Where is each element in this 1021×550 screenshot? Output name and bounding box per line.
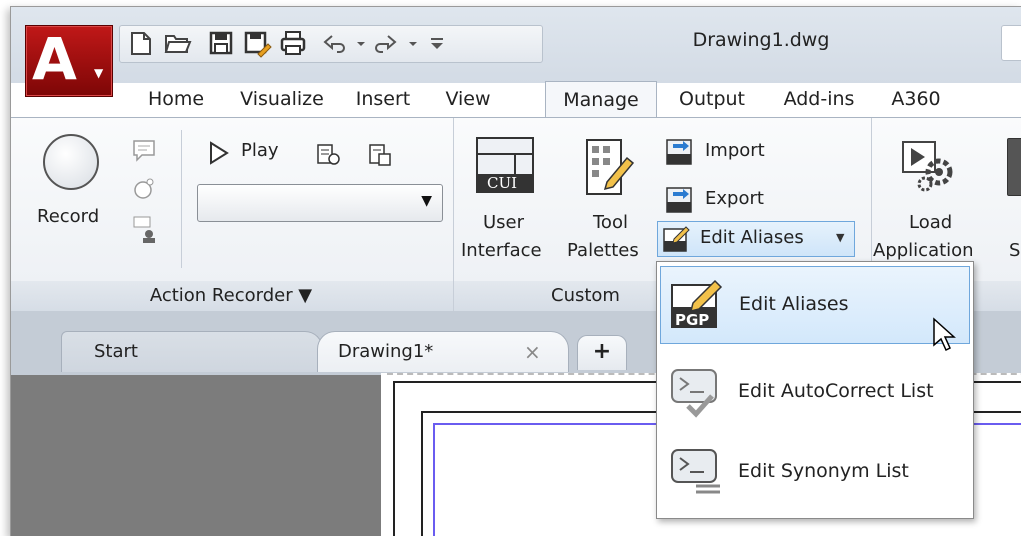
new-tab-button[interactable]: + bbox=[577, 335, 627, 370]
edit-aliases-button[interactable]: Edit Aliases ▼ bbox=[657, 221, 855, 257]
cui-text: CUI bbox=[487, 174, 518, 192]
quick-access-toolbar bbox=[119, 25, 543, 63]
new-icon[interactable] bbox=[126, 28, 156, 58]
search-input[interactable] bbox=[1001, 25, 1021, 61]
request-user-input-icon[interactable] bbox=[131, 176, 157, 202]
user-interface-label-1: User bbox=[483, 212, 525, 233]
load-application-button[interactable] bbox=[897, 136, 961, 196]
plus-icon: + bbox=[592, 339, 612, 364]
file-tab-start[interactable]: Start bbox=[61, 331, 323, 372]
edit-aliases-dropdown-menu: PGP Edit Aliases Edit AutoCorrect List E… bbox=[656, 261, 974, 519]
tab-a360[interactable]: A360 bbox=[881, 81, 951, 117]
panel-separator bbox=[871, 118, 872, 282]
menu-item-edit-synonym-list-label: Edit Synonym List bbox=[738, 460, 909, 482]
play-label: Play bbox=[241, 140, 279, 161]
menu-item-edit-autocorrect-list[interactable]: Edit AutoCorrect List bbox=[660, 354, 968, 430]
load-application-label-2: Application bbox=[873, 240, 974, 261]
user-interface-label-2: Interface bbox=[461, 240, 542, 261]
tab-manage[interactable]: Manage bbox=[545, 81, 657, 120]
action-recorder-panel-title[interactable]: Action Recorder ▼ bbox=[11, 281, 451, 311]
insert-message-icon[interactable] bbox=[131, 138, 157, 164]
file-tab-drawing1[interactable]: Drawing1* × bbox=[317, 331, 569, 372]
tab-insert[interactable]: Insert bbox=[341, 81, 425, 117]
tab-visualize[interactable]: Visualize bbox=[227, 81, 337, 117]
customize-qat-icon[interactable] bbox=[422, 28, 444, 58]
tool-palettes-label-2: Palettes bbox=[567, 240, 639, 261]
autocad-logo-icon: A bbox=[32, 25, 77, 93]
pgp-text: PGP bbox=[675, 311, 710, 329]
tab-view[interactable]: View bbox=[433, 81, 503, 117]
menu-item-edit-aliases[interactable]: PGP Edit Aliases bbox=[660, 266, 970, 352]
action-macro-select[interactable]: ▼ bbox=[197, 184, 443, 222]
autocorrect-list-icon bbox=[671, 369, 717, 418]
tab-output[interactable]: Output bbox=[665, 81, 759, 117]
panel-separator bbox=[181, 130, 182, 268]
application-menu-button[interactable]: A ▼ bbox=[25, 25, 113, 97]
redo-icon[interactable] bbox=[370, 28, 400, 58]
save-icon[interactable] bbox=[206, 28, 236, 58]
open-icon[interactable] bbox=[162, 28, 192, 58]
document-title: Drawing1.dwg bbox=[692, 29, 830, 51]
ribbon-panel-area: Record Play ▼ CUI User Interface Tool Pa… bbox=[11, 117, 1021, 283]
tab-add-ins[interactable]: Add-ins bbox=[771, 81, 867, 117]
plot-icon[interactable] bbox=[278, 28, 308, 58]
tab-home[interactable]: Home bbox=[131, 81, 221, 117]
chevron-down-icon: ▼ bbox=[94, 66, 104, 80]
save-as-icon[interactable] bbox=[242, 28, 272, 58]
file-tab-start-label: Start bbox=[94, 341, 138, 362]
import-label: Import bbox=[705, 140, 765, 161]
load-application-icon bbox=[902, 141, 953, 192]
import-button[interactable]: Import bbox=[665, 138, 805, 168]
export-label: Export bbox=[705, 188, 764, 209]
tool-palettes-button[interactable] bbox=[581, 136, 637, 198]
tool-palettes-label-1: Tool bbox=[593, 212, 628, 233]
redo-dropdown-icon[interactable] bbox=[398, 28, 418, 58]
menu-item-edit-aliases-label: Edit Aliases bbox=[739, 293, 849, 315]
play-button[interactable]: Play bbox=[207, 138, 297, 168]
record-icon bbox=[43, 134, 99, 190]
record-button[interactable] bbox=[41, 132, 101, 192]
pgp-edit-icon bbox=[663, 226, 690, 252]
file-tab-drawing1-label: Drawing1* bbox=[338, 341, 434, 362]
export-button[interactable]: Export bbox=[665, 186, 805, 216]
chevron-down-icon: ▼ bbox=[421, 193, 432, 209]
synonym-list-icon bbox=[671, 449, 720, 494]
partial-label: S bbox=[1009, 240, 1021, 261]
autocad-window: A ▼ Drawing1.dwg Home Visualize Insert V… bbox=[10, 6, 1021, 537]
screenshot-edge bbox=[0, 536, 1021, 550]
play-icon bbox=[210, 141, 229, 165]
record-label: Record bbox=[37, 206, 100, 227]
select-base-point-icon[interactable] bbox=[131, 214, 157, 244]
undo-dropdown-icon[interactable] bbox=[346, 28, 366, 58]
tool-palettes-icon bbox=[586, 139, 635, 195]
menu-item-edit-synonym-list[interactable]: Edit Synonym List bbox=[660, 434, 968, 510]
user-interface-button[interactable]: CUI bbox=[473, 134, 537, 198]
panel-separator bbox=[453, 281, 454, 311]
menu-item-edit-autocorrect-list-label: Edit AutoCorrect List bbox=[738, 380, 934, 402]
panel-separator bbox=[453, 118, 454, 282]
preference-icon[interactable] bbox=[315, 142, 341, 168]
customization-panel-title[interactable]: Custom bbox=[551, 281, 671, 311]
load-application-label-1: Load bbox=[909, 212, 953, 233]
run-script-icon[interactable] bbox=[1007, 138, 1021, 196]
mouse-cursor-icon bbox=[933, 317, 956, 352]
manage-action-macros-icon[interactable] bbox=[367, 142, 393, 168]
edit-aliases-label: Edit Aliases bbox=[700, 227, 804, 248]
chevron-down-icon[interactable]: ▼ bbox=[836, 231, 844, 244]
close-icon[interactable]: × bbox=[524, 332, 541, 372]
import-icon bbox=[666, 139, 692, 165]
export-icon bbox=[666, 187, 692, 213]
